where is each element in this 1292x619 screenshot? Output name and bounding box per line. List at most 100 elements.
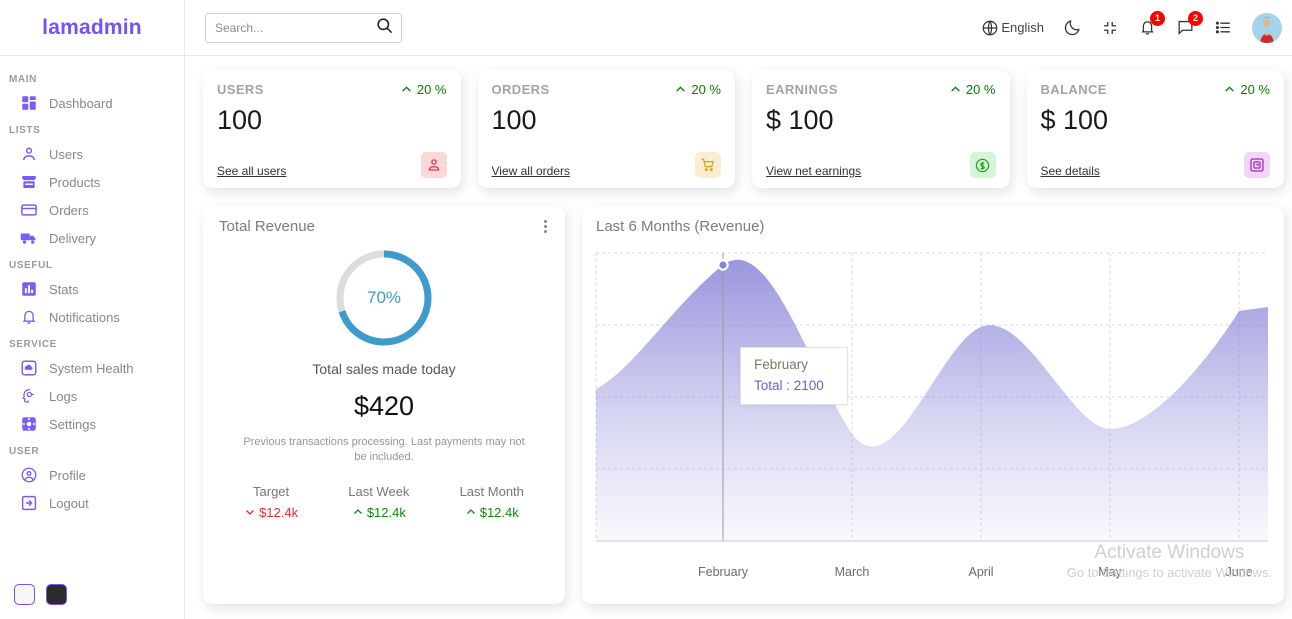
globe-icon — [981, 19, 999, 37]
notifications-button[interactable]: 1 — [1138, 11, 1165, 37]
sidebar-item-label: Notifications — [49, 309, 120, 325]
featured-amount: $420 — [353, 391, 415, 421]
widget-earnings: EARNINGS 20 % $ 100 View net earnings — [752, 70, 1010, 188]
shopping-cart-icon — [695, 152, 721, 178]
x-tick-march: March — [834, 565, 870, 579]
navbar-actions: English 1 2 — [981, 11, 1282, 43]
search-container[interactable] — [205, 12, 402, 43]
brand-logo[interactable]: lamadmin — [42, 16, 142, 40]
dashboard-icon — [20, 94, 38, 112]
sidebar-item-users[interactable]: Users — [6, 140, 178, 168]
bar-chart-icon — [20, 280, 38, 298]
x-tick-june: June — [1225, 565, 1253, 579]
sidebar-section-service: SERVICE — [9, 339, 57, 350]
account-circle-icon — [20, 466, 38, 484]
search-icon[interactable] — [375, 16, 394, 40]
summary-result: $12.4k — [352, 505, 406, 520]
arrow-up-icon — [1225, 86, 1235, 92]
sidebar-item-label: Stats — [49, 281, 79, 297]
avatar[interactable] — [1252, 12, 1282, 43]
widget-counter: $ 100 — [1040, 105, 1109, 135]
sidebar-item-notifications[interactable]: Notifications — [6, 303, 178, 331]
widget-title: BALANCE — [1040, 82, 1107, 97]
psychology-icon — [20, 387, 38, 405]
language-label: English — [1001, 20, 1044, 35]
messages-badge: 2 — [1188, 11, 1203, 26]
list-icon — [1214, 18, 1233, 37]
sidebar-item-label: Logout — [49, 495, 89, 511]
content-area: USERS 20 % 100 See all users ORDERS 20 %… — [185, 56, 1292, 604]
fullscreen-exit-button[interactable] — [1101, 19, 1119, 37]
sidebar-section-lists: LISTS — [9, 125, 41, 136]
widget-percentage: 20 % — [949, 82, 996, 97]
arrow-up-icon — [353, 509, 362, 515]
featured-description: Previous transactions processing. Last p… — [243, 436, 525, 463]
summary-item-target: Target $12.4k — [244, 484, 298, 520]
widget-link[interactable]: View net earnings — [766, 164, 861, 178]
more-options-icon[interactable] — [542, 218, 549, 235]
donut-percentage: 70% — [366, 288, 402, 307]
arrow-up-icon — [676, 86, 686, 92]
light-theme-swatch[interactable] — [14, 584, 35, 605]
settings-icon — [20, 415, 38, 433]
sidebar-item-label: System Health — [49, 360, 134, 376]
sidebar-item-system-health[interactable]: System Health — [6, 354, 178, 382]
sidebar-item-logs[interactable]: Logs — [6, 382, 178, 410]
sidebar-item-orders[interactable]: Orders — [6, 196, 178, 224]
admin-dashboard: lamadmin MAIN Dashboard LISTS Users Prod… — [0, 0, 1292, 619]
charts-row: Total Revenue 70% Total sales made today — [203, 206, 1284, 604]
featured-header: Total Revenue — [219, 218, 549, 235]
sidebar-item-label: Products — [49, 174, 101, 190]
dark-theme-swatch[interactable] — [46, 584, 67, 605]
messages-button[interactable]: 2 — [1176, 11, 1203, 37]
x-tick-may: May — [1098, 565, 1122, 579]
widget-link[interactable]: See all users — [217, 164, 286, 178]
chart-area-path — [596, 259, 1268, 541]
list-button[interactable] — [1214, 18, 1233, 37]
featured-title: Total Revenue — [219, 218, 315, 235]
summary-title: Last Week — [348, 483, 410, 499]
arrow-up-icon — [402, 86, 411, 92]
widget-percentage: 20 % — [674, 82, 721, 97]
featured-summary: Target $12.4k Last Week $12.4k Last Mont… — [219, 484, 549, 520]
widget-counter: $ 100 — [766, 105, 834, 135]
sidebar-section-user: USER — [9, 446, 40, 457]
search-input[interactable] — [215, 20, 365, 35]
sidebar-item-label: Users — [49, 146, 83, 162]
language-selector[interactable]: English — [981, 19, 1044, 37]
donut-chart: 70% — [332, 246, 436, 350]
sidebar-item-label: Orders — [49, 202, 89, 218]
exit-icon — [20, 494, 38, 512]
fullscreen-exit-icon — [1101, 19, 1119, 37]
arrow-up-icon — [951, 86, 960, 92]
widget-counter: 100 — [491, 105, 537, 135]
featured-card: Total Revenue 70% Total sales made today — [203, 206, 565, 604]
featured-body: 70% Total sales made today $420 Previous… — [219, 235, 549, 520]
summary-item-last-week: Last Week $12.4k — [348, 484, 409, 520]
person-outline-icon — [420, 152, 447, 178]
sidebar-item-dashboard[interactable]: Dashboard — [6, 89, 178, 117]
cloud-icon — [20, 359, 38, 377]
summary-title: Last Month — [459, 483, 524, 499]
sidebar-item-label: Delivery — [49, 230, 96, 246]
chart-plot[interactable]: February March April May June February T… — [594, 249, 1270, 589]
sidebar-item-settings[interactable]: Settings — [6, 410, 178, 438]
dark-mode-toggle[interactable] — [1063, 18, 1082, 37]
credit-card-icon — [20, 201, 38, 219]
sidebar-nav: MAIN Dashboard LISTS Users Products Orde… — [0, 56, 184, 576]
chart-tooltip: February Total : 2100 — [740, 347, 848, 405]
widget-link[interactable]: View all orders — [492, 164, 570, 178]
sidebar-item-logout[interactable]: Logout — [6, 489, 178, 517]
sidebar-item-label: Profile — [49, 467, 86, 483]
sidebar-item-stats[interactable]: Stats — [6, 275, 178, 303]
main-container: English 1 — [185, 0, 1292, 619]
revenue-chart-card: Last 6 Months (Revenue) February March A… — [582, 206, 1284, 604]
sidebar-section-main: MAIN — [9, 74, 37, 85]
widget-orders: ORDERS 20 % 100 View all orders — [477, 70, 735, 188]
sidebar-item-delivery[interactable]: Delivery — [6, 224, 178, 252]
sidebar-item-products[interactable]: Products — [6, 168, 178, 196]
x-tick-april: April — [968, 565, 994, 579]
sidebar-item-profile[interactable]: Profile — [6, 461, 178, 489]
widget-link[interactable]: See details — [1041, 164, 1100, 178]
notifications-badge: 1 — [1150, 11, 1165, 26]
